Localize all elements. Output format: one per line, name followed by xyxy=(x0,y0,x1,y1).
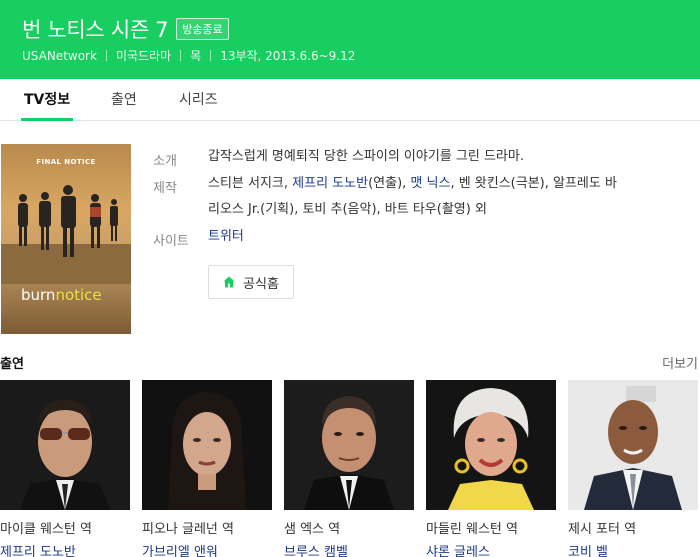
actor-portrait-icon xyxy=(142,380,272,510)
cast-role: 피오나 글레넌 역 xyxy=(142,522,234,537)
site-label: 사이트 xyxy=(153,234,189,249)
actor-portrait-icon xyxy=(426,380,556,510)
poster-logo-notice: notice xyxy=(55,286,102,304)
cast-card[interactable]: 마들린 웨스턴 역 샤론 글레스 xyxy=(426,380,556,557)
meta-divider xyxy=(210,50,212,61)
cast-card[interactable]: 마이클 웨스턴 역 제프리 도노반 xyxy=(0,380,130,557)
genre-label: 미국드라마 xyxy=(115,49,172,63)
broadcast-day: 목 xyxy=(190,49,202,63)
tab-bar: TV정보 출연 시리즈 xyxy=(0,79,700,121)
writer-link[interactable]: 맷 닉스 xyxy=(410,176,450,191)
crew-label: 제작 xyxy=(153,181,177,196)
tab-tv-info[interactable]: TV정보 xyxy=(24,79,70,121)
cast-photo[interactable] xyxy=(142,380,272,510)
status-badge: 방송종료 xyxy=(176,18,229,40)
actor-portrait-icon xyxy=(568,380,698,510)
meta-divider xyxy=(180,50,182,61)
cast-role: 샘 엑스 역 xyxy=(284,522,341,537)
meta-divider xyxy=(105,50,107,61)
crew-text-part: , 벤 왓킨스(극본), 알프레도 바 xyxy=(450,176,617,191)
cast-photo[interactable] xyxy=(284,380,414,510)
poster-image[interactable]: FINAL NOTICE burnnotice xyxy=(1,144,131,334)
network-label: USANetwork xyxy=(22,48,97,63)
active-tab-indicator xyxy=(21,118,73,121)
cast-actor-link[interactable]: 가브리엘 앤워 xyxy=(142,541,272,557)
cast-card[interactable]: 피오나 글레넌 역 가브리엘 앤워 xyxy=(142,380,272,557)
cast-photo[interactable] xyxy=(568,380,698,510)
cast-actor-link[interactable]: 제프리 도노반 xyxy=(0,541,130,557)
cast-role: 마이클 웨스턴 역 xyxy=(0,522,92,537)
title-header: 번 노티스 시즌 7 방송종료 USANetwork 미국드라마 목 13부작,… xyxy=(0,0,700,79)
more-link[interactable]: 더보기 xyxy=(662,353,698,372)
cast-card[interactable]: 샘 엑스 역 브루스 캠벨 xyxy=(284,380,414,557)
poster-logo-burn: burn xyxy=(21,286,56,304)
crew-line-2: 리오스 Jr.(기획), 토비 추(음악), 바트 타우(촬영) 외 xyxy=(208,202,487,217)
intro-text: 갑작스럽게 명예퇴직 당한 스파이의 이야기를 그린 드라마. xyxy=(208,149,524,164)
cast-role: 마들린 웨스턴 역 xyxy=(426,522,518,537)
crew-text-part: 스티븐 서지크, xyxy=(208,176,293,191)
cast-card[interactable]: 제시 포터 역 코비 벨 xyxy=(568,380,698,557)
cast-actor-link[interactable]: 코비 벨 xyxy=(568,541,698,557)
home-icon xyxy=(223,276,235,288)
crew-text: 스티븐 서지크, 제프리 도노반(연출), 맷 닉스, 벤 왓킨스(극본), 알… xyxy=(208,171,688,223)
cast-actor-link[interactable]: 브루스 캠벨 xyxy=(284,541,414,557)
crew-text-part: (연출), xyxy=(368,176,411,191)
intro-label: 소개 xyxy=(153,154,177,169)
episode-info: 13부작, 2013.6.6~9.12 xyxy=(220,49,356,63)
tab-cast[interactable]: 출연 xyxy=(111,79,137,121)
title-row: 번 노티스 시즌 7 방송종료 xyxy=(22,14,229,44)
tab-series[interactable]: 시리즈 xyxy=(179,79,218,121)
program-meta: USANetwork 미국드라마 목 13부작, 2013.6.6~9.12 xyxy=(22,47,355,64)
program-title[interactable]: 번 노티스 시즌 7 xyxy=(22,14,169,44)
poster-figures-illustration xyxy=(1,185,131,284)
official-home-button[interactable]: 공식홈 xyxy=(208,265,294,299)
cast-section-title: 출연 xyxy=(0,357,24,372)
cast-photo[interactable] xyxy=(0,380,130,510)
poster-notice-text: FINAL NOTICE xyxy=(36,158,96,166)
twitter-link[interactable]: 트위터 xyxy=(208,224,688,250)
actor-portrait-icon xyxy=(284,380,414,510)
official-home-label: 공식홈 xyxy=(243,276,279,292)
director-link[interactable]: 제프리 도노반 xyxy=(292,176,368,191)
cast-actor-link[interactable]: 샤론 글레스 xyxy=(426,541,556,557)
actor-portrait-icon xyxy=(0,380,130,510)
crew-line-1: 스티븐 서지크, 제프리 도노반(연출), 맷 닉스, 벤 왓킨스(극본), 알… xyxy=(208,171,688,197)
cast-photo[interactable] xyxy=(426,380,556,510)
cast-role: 제시 포터 역 xyxy=(568,522,637,537)
poster-logo: burnnotice xyxy=(21,286,102,304)
